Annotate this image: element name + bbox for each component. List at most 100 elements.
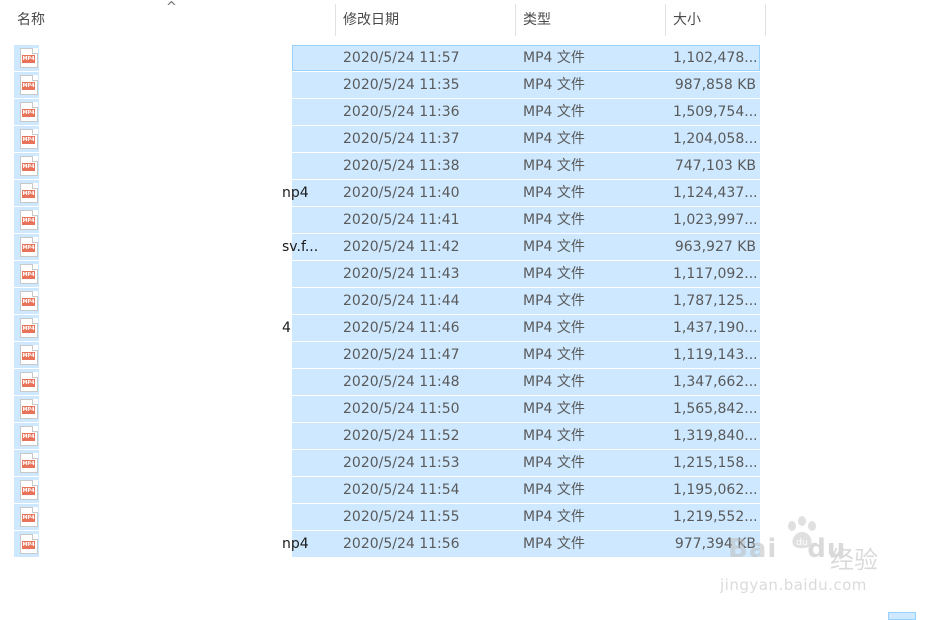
file-row[interactable]: MP4 2020/5/24 11:36 MP4 文件 1,509,754... [14, 99, 760, 125]
mp4-file-icon: MP4 [20, 48, 38, 68]
file-date: 2020/5/24 11:53 [343, 455, 460, 471]
file-type: MP4 文件 [523, 482, 585, 498]
file-name[interactable]: np4 [282, 531, 309, 557]
file-row[interactable]: MP4 2020/5/24 11:35 MP4 文件 987,858 KB [14, 72, 760, 98]
mp4-icon-label: MP4 [22, 379, 35, 387]
mp4-file-icon: MP4 [20, 210, 38, 230]
file-date: 2020/5/24 11:35 [343, 77, 460, 93]
mp4-file-icon: MP4 [20, 156, 38, 176]
file-row[interactable]: MP4 2020/5/24 11:54 MP4 文件 1,195,062... [14, 477, 760, 503]
mp4-icon-label: MP4 [22, 406, 35, 414]
mp4-icon-label: MP4 [22, 244, 35, 252]
column-divider[interactable] [665, 4, 666, 36]
file-row[interactable]: MP4 2020/5/24 11:44 MP4 文件 1,787,125... [14, 288, 760, 314]
file-type: MP4 文件 [523, 374, 585, 390]
selection-corner-fragment [888, 612, 916, 620]
file-type: MP4 文件 [523, 293, 585, 309]
file-date: 2020/5/24 11:47 [343, 347, 460, 363]
file-date: 2020/5/24 11:43 [343, 266, 460, 282]
file-size: 1,119,143... [673, 347, 756, 363]
file-date: 2020/5/24 11:36 [343, 104, 460, 120]
file-row[interactable]: MP4 2020/5/24 11:52 MP4 文件 1,319,840... [14, 423, 760, 449]
file-row[interactable]: MP4 2020/5/24 11:38 MP4 文件 747,103 KB [14, 153, 760, 179]
file-date: 2020/5/24 11:54 [343, 482, 460, 498]
mp4-file-icon: MP4 [20, 102, 38, 122]
file-date: 2020/5/24 11:50 [343, 401, 460, 417]
file-row[interactable]: MP4 4 2020/5/24 11:46 MP4 文件 1,437,190... [14, 315, 760, 341]
file-type: MP4 文件 [523, 77, 585, 93]
file-row[interactable]: MP4 2020/5/24 11:50 MP4 文件 1,565,842... [14, 396, 760, 422]
file-size: 1,204,058... [673, 131, 756, 147]
file-size: 747,103 KB [674, 158, 756, 174]
file-type: MP4 文件 [523, 509, 585, 525]
file-row[interactable]: MP4 2020/5/24 11:43 MP4 文件 1,117,092... [14, 261, 760, 287]
column-divider[interactable] [515, 4, 516, 36]
file-row[interactable]: MP4 2020/5/24 11:47 MP4 文件 1,119,143... [14, 342, 760, 368]
mp4-icon-label: MP4 [22, 136, 35, 144]
file-name[interactable]: np4 [282, 180, 309, 206]
file-row[interactable]: MP4 2020/5/24 11:48 MP4 文件 1,347,662... [14, 369, 760, 395]
column-header-type[interactable]: 类型 [517, 0, 665, 38]
watermark-url: jingyan.baidu.com [720, 576, 867, 594]
file-size: 963,927 KB [674, 239, 756, 255]
file-row[interactable]: MP4 2020/5/24 11:57 MP4 文件 1,102,478... [14, 45, 760, 71]
sort-ascending-icon: ^ [166, 0, 177, 15]
file-size: 1,215,158... [673, 455, 756, 471]
file-type: MP4 文件 [523, 50, 585, 66]
file-date: 2020/5/24 11:38 [343, 158, 460, 174]
mp4-icon-label: MP4 [22, 541, 35, 549]
file-name[interactable]: 4 [282, 315, 291, 341]
svg-text:du: du [796, 538, 807, 548]
file-type: MP4 文件 [523, 212, 585, 228]
column-header-size-label: 大小 [673, 12, 701, 28]
file-row[interactable]: MP4 np4 2020/5/24 11:56 MP4 文件 977,394 KB [14, 531, 760, 557]
mp4-icon-label: MP4 [22, 82, 35, 90]
file-size: 1,319,840... [673, 428, 756, 444]
mp4-icon-label: MP4 [22, 298, 35, 306]
mp4-file-icon: MP4 [20, 426, 38, 446]
mp4-icon-label: MP4 [22, 325, 35, 333]
file-row[interactable]: MP4 2020/5/24 11:55 MP4 文件 1,219,552... [14, 504, 760, 530]
file-type: MP4 文件 [523, 455, 585, 471]
mp4-icon-label: MP4 [22, 460, 35, 468]
column-header-type-label: 类型 [523, 12, 551, 28]
mp4-icon-label: MP4 [22, 55, 35, 63]
file-row[interactable]: MP4 2020/5/24 11:37 MP4 文件 1,204,058... [14, 126, 760, 152]
mp4-file-icon: MP4 [20, 480, 38, 500]
column-header-size[interactable]: 大小 [667, 0, 765, 38]
file-date: 2020/5/24 11:57 [343, 50, 460, 66]
file-size: 1,509,754... [673, 104, 756, 120]
file-date: 2020/5/24 11:41 [343, 212, 460, 228]
column-header-date-label: 修改日期 [343, 12, 399, 28]
mp4-file-icon: MP4 [20, 507, 38, 527]
mp4-file-icon: MP4 [20, 129, 38, 149]
file-type: MP4 文件 [523, 131, 585, 147]
mp4-icon-label: MP4 [22, 433, 35, 441]
file-row[interactable]: MP4 2020/5/24 11:41 MP4 文件 1,023,997... [14, 207, 760, 233]
file-size: 1,124,437... [673, 185, 756, 201]
file-name[interactable]: sv.f... [282, 234, 318, 260]
file-row[interactable]: MP4 np4 2020/5/24 11:40 MP4 文件 1,124,437... [14, 180, 760, 206]
file-date: 2020/5/24 11:56 [343, 536, 460, 552]
mp4-file-icon: MP4 [20, 75, 38, 95]
file-row[interactable]: MP4 sv.f... 2020/5/24 11:42 MP4 文件 963,927 K… [14, 234, 760, 260]
file-date: 2020/5/24 11:42 [343, 239, 460, 255]
column-header-date[interactable]: 修改日期 [337, 0, 515, 38]
mp4-icon-label: MP4 [22, 514, 35, 522]
column-divider[interactable] [765, 4, 766, 36]
column-header-name-label: 名称 [17, 12, 45, 28]
file-type: MP4 文件 [523, 347, 585, 363]
file-date: 2020/5/24 11:37 [343, 131, 460, 147]
file-size: 1,102,478... [673, 50, 756, 66]
file-type: MP4 文件 [523, 428, 585, 444]
file-row[interactable]: MP4 2020/5/24 11:53 MP4 文件 1,215,158... [14, 450, 760, 476]
file-type: MP4 文件 [523, 185, 585, 201]
file-type: MP4 文件 [523, 536, 585, 552]
file-size: 1,437,190... [673, 320, 756, 336]
column-header-bar: 名称 ^ 修改日期 类型 大小 [0, 0, 766, 40]
watermark-brand: 经验 [830, 546, 878, 574]
file-size: 1,117,092... [673, 266, 756, 282]
file-type: MP4 文件 [523, 266, 585, 282]
file-date: 2020/5/24 11:55 [343, 509, 460, 525]
column-divider[interactable] [335, 4, 336, 36]
